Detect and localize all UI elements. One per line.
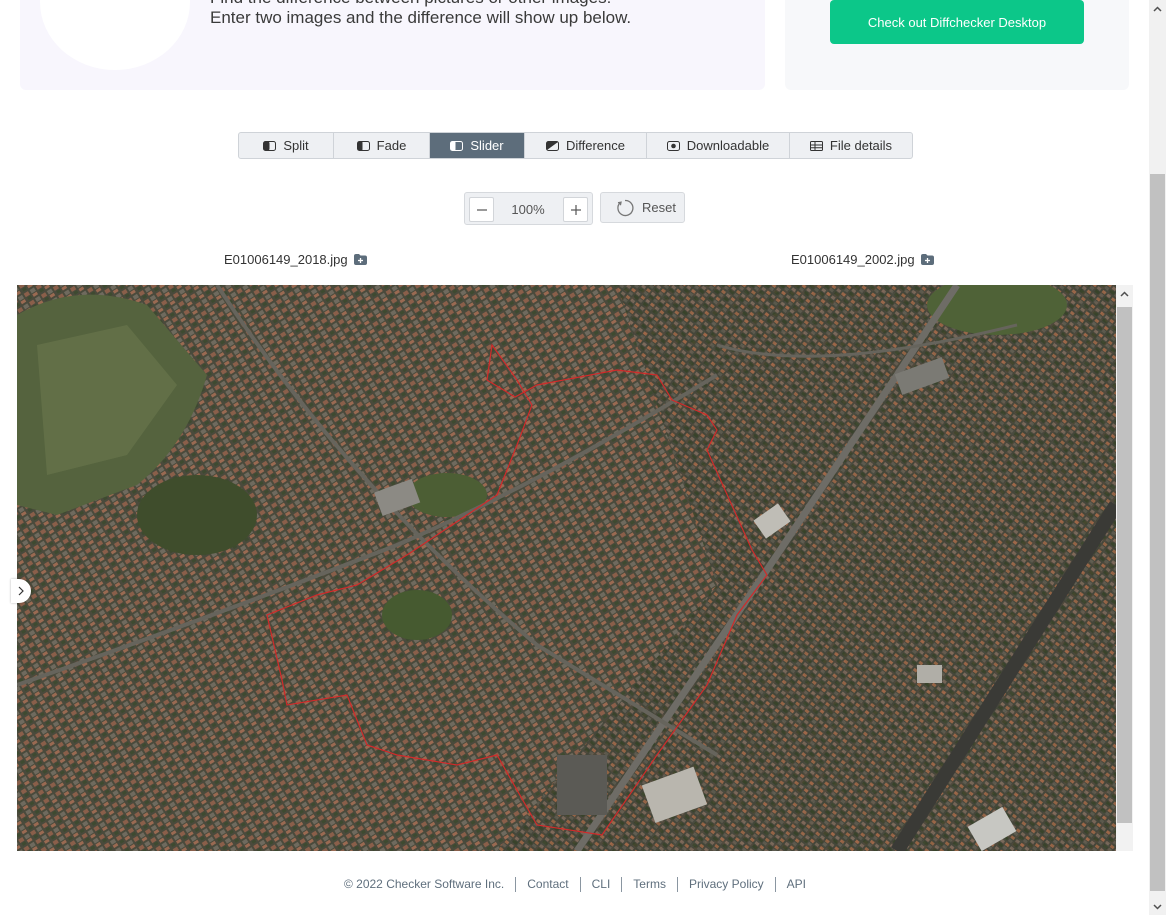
chevron-right-icon bbox=[18, 586, 24, 596]
right-file-label: E01006149_2002.jpg bbox=[791, 252, 915, 267]
scroll-up-arrow[interactable] bbox=[1116, 285, 1133, 302]
chevron-down-icon bbox=[1153, 903, 1162, 910]
tab-file-details[interactable]: File details bbox=[790, 133, 912, 158]
plus-icon bbox=[570, 204, 581, 215]
slider-icon bbox=[450, 140, 464, 151]
tab-split-label: Split bbox=[283, 138, 309, 153]
add-file-icon[interactable] bbox=[920, 254, 934, 265]
view-mode-tabs: Split Fade Slider Difference Downloadabl… bbox=[238, 132, 913, 159]
tab-file-details-label: File details bbox=[829, 138, 893, 153]
footer-link-contact[interactable]: Contact bbox=[515, 877, 579, 892]
promo-panel: Check out Diffchecker Desktop bbox=[785, 0, 1129, 90]
footer-copyright: © 2022 Checker Software Inc. bbox=[343, 877, 505, 891]
hero-panel: Find the difference between pictures or … bbox=[20, 0, 765, 90]
split-icon bbox=[263, 140, 277, 151]
aerial-image bbox=[17, 285, 1116, 851]
tab-difference[interactable]: Difference bbox=[525, 133, 647, 158]
zoom-in-button[interactable] bbox=[563, 197, 588, 222]
reset-button[interactable]: Reset bbox=[600, 192, 685, 223]
left-file-name: E01006149_2018.jpg bbox=[224, 252, 367, 267]
footer: © 2022 Checker Software Inc. Contact CLI… bbox=[0, 877, 1150, 892]
reset-icon bbox=[617, 199, 634, 216]
tab-slider[interactable]: Slider bbox=[430, 133, 525, 158]
image-comparison-viewer[interactable] bbox=[17, 285, 1116, 851]
tab-downloadable-label: Downloadable bbox=[686, 138, 770, 153]
footer-link-terms[interactable]: Terms bbox=[621, 877, 677, 892]
download-icon bbox=[666, 140, 680, 151]
chevron-up-icon bbox=[1120, 290, 1129, 297]
tab-slider-label: Slider bbox=[470, 138, 504, 153]
tab-fade[interactable]: Fade bbox=[334, 133, 430, 158]
hero-illustration bbox=[40, 0, 190, 70]
reset-label: Reset bbox=[642, 200, 676, 215]
viewer-scroll-thumb[interactable] bbox=[1117, 307, 1132, 823]
tab-fade-label: Fade bbox=[376, 138, 407, 153]
hero-line-2: Enter two images and the difference will… bbox=[210, 8, 632, 27]
tab-difference-label: Difference bbox=[565, 138, 625, 153]
fade-icon bbox=[356, 140, 370, 151]
right-file-name: E01006149_2002.jpg bbox=[791, 252, 934, 267]
viewer-scrollbar[interactable] bbox=[1116, 285, 1133, 851]
page-scrollbar[interactable] bbox=[1149, 0, 1166, 915]
footer-link-cli[interactable]: CLI bbox=[579, 877, 622, 892]
page-scroll-down[interactable] bbox=[1149, 898, 1166, 915]
minus-icon bbox=[476, 208, 487, 211]
page-scroll-thumb[interactable] bbox=[1150, 174, 1165, 891]
page-scroll-up[interactable] bbox=[1149, 0, 1166, 17]
hero-line-1: Find the difference between pictures or … bbox=[210, 0, 631, 8]
diffchecker-desktop-button[interactable]: Check out Diffchecker Desktop bbox=[830, 0, 1084, 44]
tab-split[interactable]: Split bbox=[239, 133, 334, 158]
tab-downloadable[interactable]: Downloadable bbox=[647, 133, 790, 158]
add-file-icon[interactable] bbox=[353, 254, 367, 265]
table-icon bbox=[809, 140, 823, 151]
zoom-out-button[interactable] bbox=[469, 197, 494, 222]
zoom-level: 100% bbox=[511, 202, 545, 217]
difference-icon bbox=[545, 140, 559, 151]
chevron-up-icon bbox=[1153, 5, 1162, 12]
hero-description: Find the difference between pictures or … bbox=[210, 0, 631, 28]
footer-link-privacy[interactable]: Privacy Policy bbox=[676, 877, 775, 892]
left-file-label: E01006149_2018.jpg bbox=[224, 252, 348, 267]
zoom-control: 100% bbox=[464, 192, 593, 225]
footer-link-api[interactable]: API bbox=[774, 877, 817, 892]
